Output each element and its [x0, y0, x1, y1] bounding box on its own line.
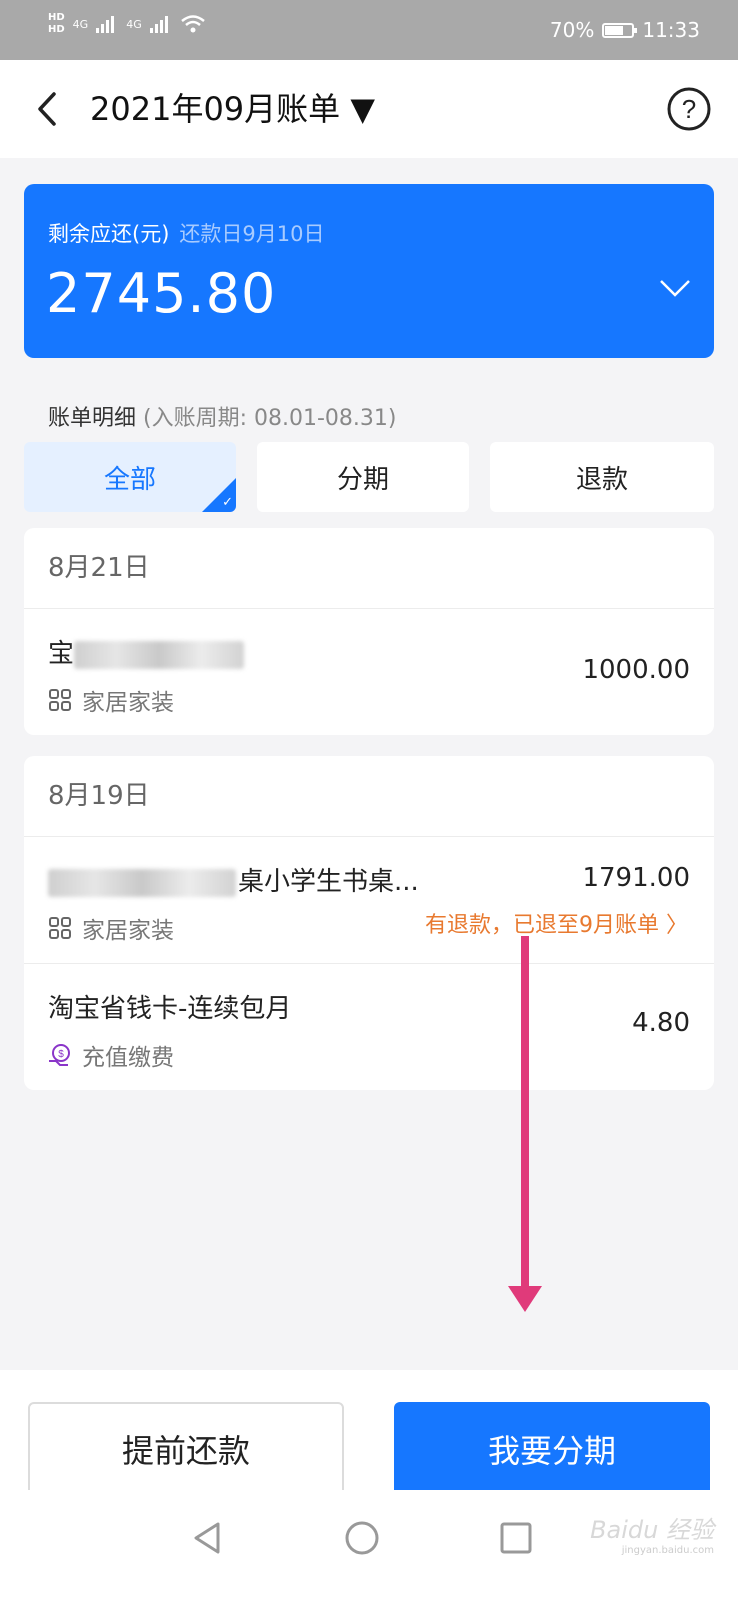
prepay-button[interactable]: 提前还款 — [28, 1402, 344, 1496]
transaction-amount: 4.80 — [632, 1008, 690, 1038]
transaction-name: 宝 — [48, 633, 245, 670]
group-date: 8月21日 — [24, 528, 714, 609]
tab-installment[interactable]: 分期 — [257, 442, 469, 512]
transaction-name: 桌小学生书桌... — [48, 861, 419, 898]
category-label: 家居家装 — [82, 690, 174, 716]
baidu-watermark: Baidu 经验 jingyan.baidu.com — [590, 1510, 714, 1556]
hd-bottom: HD — [48, 24, 65, 35]
hd-indicator: HD HD — [48, 12, 65, 36]
transaction-item[interactable]: 宝 家居家装 1000.00 — [24, 609, 714, 735]
watermark-text: Baidu 经验 — [590, 1516, 714, 1544]
grid-icon — [49, 689, 71, 711]
watermark-sub: jingyan.baidu.com — [621, 1545, 714, 1556]
bill-month-selector[interactable]: 2021年09月账单 ▼ — [90, 84, 375, 130]
transaction-item[interactable]: 淘宝省钱卡-连续包月 $ 充值缴费 4.80 — [24, 963, 714, 1090]
transaction-amount: 1791.00 — [582, 863, 690, 893]
transaction-group: 8月21日 宝 家居家装 1000.00 — [24, 528, 714, 735]
clock: 11:33 — [642, 18, 700, 42]
transaction-category: $ 充值缴费 — [48, 1038, 174, 1072]
check-icon: ✓ — [222, 495, 233, 510]
bill-detail-heading: 账单明细 (入账周期: 08.01-08.31) — [48, 400, 397, 432]
svg-text:?: ? — [682, 94, 696, 124]
transaction-category: 家居家装 — [48, 683, 174, 717]
transaction-name-text: 桌小学生书桌... — [238, 867, 419, 897]
transaction-group: 8月19日 桌小学生书桌... 家居家装 1791.00 有退款，已退至9月账单… — [24, 756, 714, 1090]
recharge-payment-icon: $ — [49, 1044, 70, 1066]
chevron-down-icon[interactable] — [658, 276, 692, 300]
transaction-item[interactable]: 桌小学生书桌... 家居家装 1791.00 有退款，已退至9月账单 〉 — [24, 837, 714, 963]
nav-recents-icon[interactable] — [496, 1518, 536, 1558]
signal-icon-2 — [149, 16, 168, 33]
tab-all[interactable]: 全部 ✓ — [24, 442, 236, 512]
nav-back-icon[interactable] — [188, 1518, 228, 1558]
hd-top: HD — [48, 12, 65, 23]
tab-label: 退款 — [575, 464, 628, 495]
billing-period: (入账周期: 08.01-08.31) — [143, 406, 397, 431]
status-left: HD HD 4G 4G — [48, 12, 206, 36]
balance-summary-card[interactable]: 剩余应还(元) 还款日9月10日 2745.80 — [24, 184, 714, 358]
status-bar: HD HD 4G 4G 70% 11:33 — [0, 0, 738, 60]
app-header: 2021年09月账单 ▼ ? — [0, 60, 738, 158]
signal-label-2: 4G — [126, 17, 142, 31]
signal-label-1: 4G — [72, 17, 89, 31]
remaining-amount: 2745.80 — [46, 262, 277, 325]
transaction-category: 家居家装 — [48, 911, 174, 945]
annotation-arrow-shaft — [521, 936, 529, 1296]
back-arrow-icon[interactable] — [30, 86, 70, 132]
group-date: 8月19日 — [24, 756, 714, 837]
transaction-amount: 1000.00 — [582, 655, 690, 685]
blurred-text — [74, 640, 245, 669]
category-label: 充值缴费 — [82, 1045, 174, 1071]
signal-icon — [96, 16, 115, 33]
transaction-name-text: 宝 — [48, 639, 75, 669]
installment-button[interactable]: 我要分期 — [394, 1402, 710, 1496]
due-date: 还款日9月10日 — [179, 222, 325, 246]
battery-percent: 70% — [549, 18, 595, 42]
annotation-arrow-head — [508, 1286, 542, 1312]
tab-label: 分期 — [336, 464, 389, 495]
tab-refund[interactable]: 退款 — [490, 442, 714, 512]
tab-label: 全部 — [103, 464, 156, 495]
svg-text:$: $ — [58, 1049, 64, 1060]
bottom-action-bar: 提前还款 我要分期 — [0, 1370, 738, 1496]
wifi-icon — [180, 15, 205, 33]
blurred-text — [48, 868, 236, 897]
filter-tabs: 全部 ✓ 分期 退款 — [24, 442, 714, 512]
battery-icon — [602, 22, 638, 38]
grid-icon — [49, 917, 71, 939]
transaction-name: 淘宝省钱卡-连续包月 — [48, 994, 292, 1024]
nav-home-icon[interactable] — [342, 1518, 382, 1558]
refund-note-link[interactable]: 有退款，已退至9月账单 〉 — [425, 907, 688, 939]
balance-label-row: 剩余应还(元) 还款日9月10日 — [48, 218, 324, 248]
detail-title: 账单明细 — [48, 406, 137, 431]
help-icon[interactable]: ? — [666, 86, 712, 132]
category-label: 家居家装 — [82, 918, 174, 944]
remaining-due-label: 剩余应还(元) — [48, 222, 170, 246]
status-right: 70% 11:33 — [550, 18, 700, 42]
